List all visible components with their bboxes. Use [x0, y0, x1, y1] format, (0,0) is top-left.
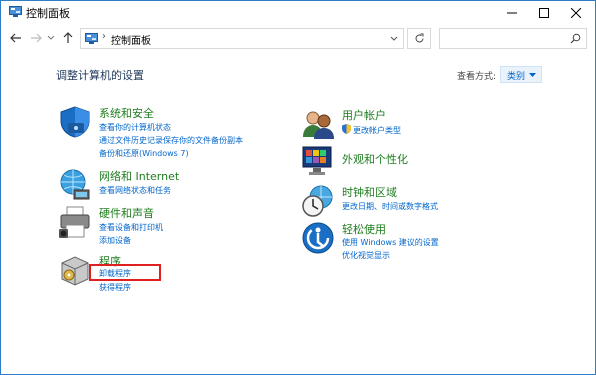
link-change-account-type-label: 更改帐户类型 — [353, 126, 401, 135]
up-button[interactable] — [61, 31, 75, 45]
link-change-date-time-format[interactable]: 更改日期、时间或数字格式 — [342, 201, 438, 212]
view-by-label: 查看方式: — [457, 72, 497, 82]
category-title-network[interactable]: 网络和 Internet — [99, 168, 179, 184]
recent-locations-icon — [47, 35, 55, 40]
search-icon[interactable] — [570, 33, 581, 44]
view-by-dropdown[interactable]: 类别 — [500, 66, 542, 83]
link-file-history-backup[interactable]: 通过文件历史记录保存你的文件备份副本 — [99, 135, 243, 146]
link-windows-recommended-settings[interactable]: 使用 Windows 建议的设置 — [342, 237, 439, 248]
accessibility-icon[interactable] — [301, 221, 335, 255]
page-title: 调整计算机的设置 — [56, 69, 144, 82]
navigation-bar: › 控制面板 — [1, 25, 595, 53]
maximize-icon — [539, 8, 549, 18]
view-by-value: 类别 — [507, 72, 526, 82]
forward-icon — [31, 33, 42, 43]
title-bar[interactable]: 控制面板 — [1, 1, 595, 25]
link-add-device[interactable]: 添加设备 — [99, 235, 131, 246]
address-bar[interactable]: › 控制面板 — [80, 28, 404, 49]
category-title-hardware[interactable]: 硬件和声音 — [99, 205, 154, 221]
window-title: 控制面板 — [26, 7, 70, 20]
refresh-icon — [415, 33, 423, 43]
minimize-button[interactable] — [496, 1, 528, 25]
link-network-status[interactable]: 查看网络状态和任务 — [99, 185, 171, 196]
back-button[interactable] — [9, 31, 23, 45]
uac-shield-icon — [342, 124, 351, 134]
minimize-icon — [507, 12, 517, 14]
close-icon — [571, 8, 581, 18]
control-panel-icon — [9, 6, 22, 17]
category-title-clock-region[interactable]: 时钟和区域 — [342, 184, 397, 200]
category-title-ease-of-access[interactable]: 轻松使用 — [342, 221, 386, 237]
link-change-account-type[interactable]: 更改帐户类型 — [342, 124, 401, 136]
search-input[interactable] — [439, 28, 587, 49]
shield-icon[interactable] — [58, 105, 92, 139]
palette-monitor-icon[interactable] — [301, 143, 335, 177]
recent-locations-button[interactable] — [47, 33, 55, 43]
link-devices-printers[interactable]: 查看设备和打印机 — [99, 222, 163, 233]
breadcrumb[interactable]: 控制面板 — [111, 32, 151, 47]
chevron-down-icon[interactable] — [389, 34, 399, 44]
link-view-computer-status[interactable]: 查看你的计算机状态 — [99, 122, 171, 133]
control-panel-icon — [85, 33, 98, 44]
users-icon[interactable] — [301, 107, 335, 141]
breadcrumb-separator[interactable]: › — [102, 31, 106, 42]
close-button[interactable] — [560, 1, 592, 25]
clock-globe-icon[interactable] — [301, 184, 335, 218]
maximize-button[interactable] — [528, 1, 560, 25]
highlight-box — [89, 264, 161, 281]
back-icon — [10, 33, 21, 43]
category-title-user-accounts[interactable]: 用户帐户 — [342, 107, 386, 123]
chevron-down-icon — [529, 73, 536, 77]
link-optimize-visual-display[interactable]: 优化视觉显示 — [342, 250, 390, 261]
category-title-system-security[interactable]: 系统和安全 — [99, 105, 154, 121]
refresh-button[interactable] — [407, 28, 431, 49]
programs-box-icon[interactable] — [58, 253, 92, 287]
link-get-programs[interactable]: 获得程序 — [99, 282, 131, 293]
category-title-appearance[interactable]: 外观和个性化 — [342, 151, 408, 167]
link-backup-restore[interactable]: 备份和还原(Windows 7) — [99, 148, 189, 159]
printer-icon[interactable] — [58, 205, 92, 239]
globe-network-icon[interactable] — [58, 168, 92, 202]
control-panel-window: 控制面板 › 控制面板 调整计算机的设置 查看方式: 类别 系统和安全 查看你的… — [0, 0, 596, 375]
up-icon — [63, 32, 73, 43]
forward-button[interactable] — [29, 31, 43, 45]
